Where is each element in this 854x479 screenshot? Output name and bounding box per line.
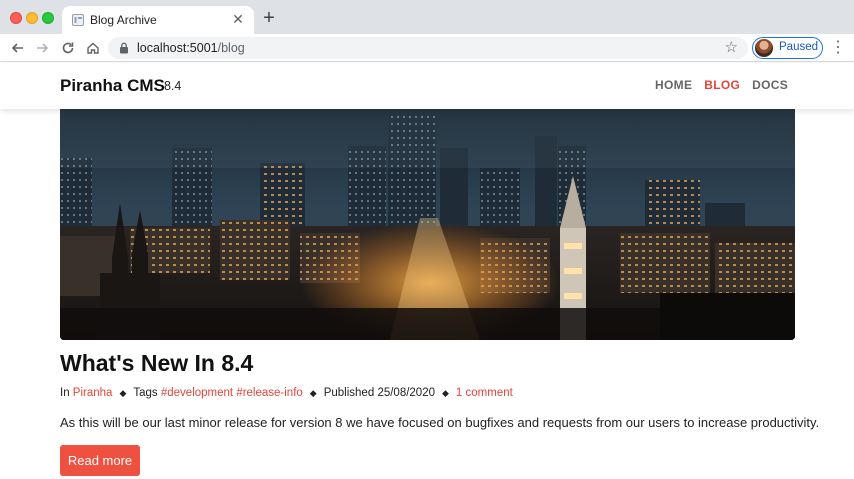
nav-item-home[interactable]: HOME [655,78,692,92]
forward-icon[interactable] [32,38,52,58]
home-icon[interactable] [83,38,103,58]
comments-link[interactable]: 1 comment [456,387,513,399]
published-date: 25/08/2020 [377,387,435,399]
tab-title: Blog Archive [90,13,157,27]
post-meta: In Piranha ◆ Tags #development #release-in… [60,387,513,399]
city-skyline-image [60,108,795,340]
separator-diamond-icon: ◆ [309,388,317,398]
bookmark-star-icon[interactable]: ☆ [725,38,738,56]
avatar [755,39,773,57]
site-header: Piranha CMS 8.4 HOME BLOG DOCS [0,63,854,109]
browser-tabstrip: Blog Archive ✕ + [0,0,854,34]
address-url: localhost:5001/blog [137,41,245,55]
reload-icon[interactable] [58,38,78,58]
read-more-button[interactable]: Read more [60,445,140,476]
post-hero-image[interactable] [60,108,795,340]
page-favicon-icon [72,14,84,26]
meta-published-label: Published [323,387,375,399]
profile-status: Paused [779,41,819,53]
meta-tags-label: Tags [133,387,158,399]
site-version: 8.4 [164,79,182,93]
browser-menu-icon[interactable]: ⋮ [830,39,846,57]
main-nav: HOME BLOG DOCS [655,78,788,92]
site-brand[interactable]: Piranha CMS [60,76,165,96]
post-excerpt: As this will be our last minor release f… [60,415,820,430]
browser-toolbar: localhost:5001/blog ☆ Paused ⋮ [0,34,854,62]
nav-item-docs[interactable]: DOCS [752,78,788,92]
separator-diamond-icon: ◆ [442,388,449,398]
nav-item-blog[interactable]: BLOG [704,78,740,92]
category-link[interactable]: Piranha [73,387,113,399]
back-icon[interactable] [8,38,28,58]
separator-diamond-icon: ◆ [119,388,127,398]
profile-button[interactable]: Paused [752,37,823,59]
lock-icon[interactable] [119,42,129,54]
post-title[interactable]: What's New In 8.4 [60,350,253,377]
new-tab-icon[interactable]: + [260,8,278,28]
close-tab-icon[interactable]: ✕ [230,11,246,27]
browser-tab[interactable]: Blog Archive ✕ [62,6,254,34]
meta-in-label: In [60,387,70,399]
maximize-window-button[interactable] [42,12,54,24]
tags-link[interactable]: #development #release-info [161,387,303,399]
address-bar[interactable]: localhost:5001/blog ☆ [108,37,748,59]
minimize-window-button[interactable] [26,12,38,24]
close-window-button[interactable] [10,12,22,24]
